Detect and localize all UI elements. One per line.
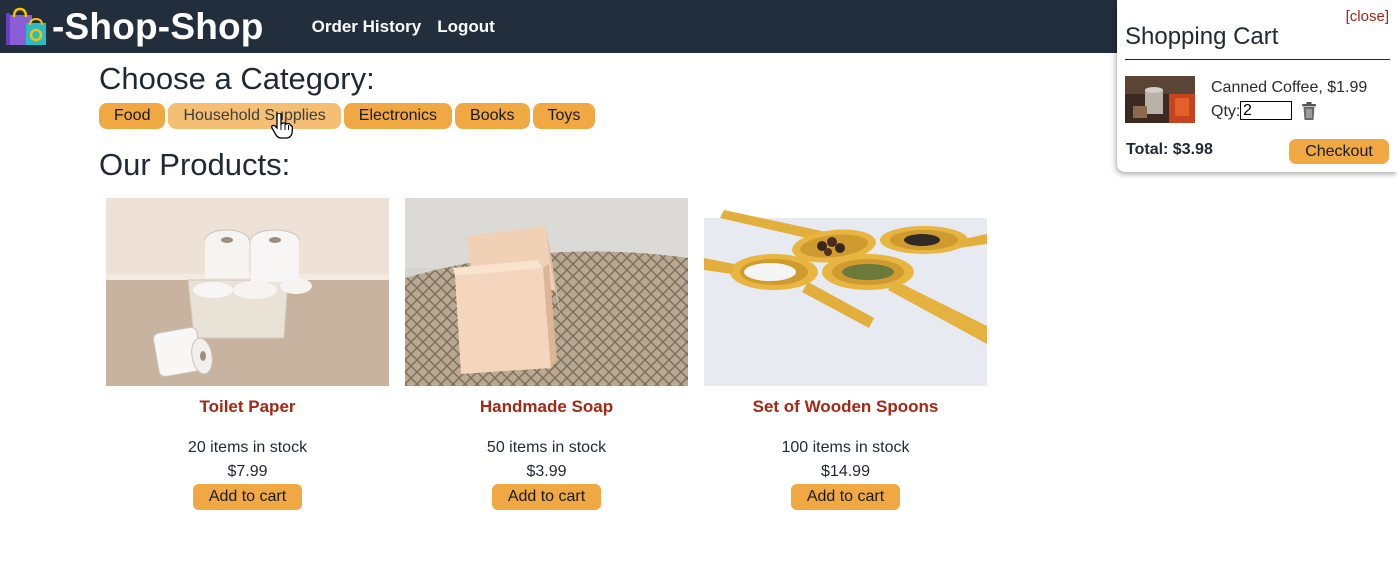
product-stock: 50 items in stock bbox=[486, 439, 607, 456]
product-title[interactable]: Handmade Soap bbox=[405, 397, 688, 417]
add-to-cart-button[interactable]: Add to cart bbox=[791, 484, 900, 510]
nav-order-history[interactable]: Order History bbox=[312, 17, 422, 37]
main-nav: Order History Logout bbox=[312, 17, 495, 37]
products-heading: Our Products: bbox=[99, 147, 291, 182]
nav-logout[interactable]: Logout bbox=[437, 17, 495, 37]
brand-name: -Shop-Shop bbox=[52, 5, 264, 47]
qty-label: Qty: bbox=[1211, 103, 1241, 120]
checkout-button[interactable]: Checkout bbox=[1289, 139, 1389, 164]
category-list: Food Household Supplies Electronics Book… bbox=[99, 103, 596, 129]
cart-total: Total: $3.98 bbox=[1126, 141, 1213, 158]
cart-close-link[interactable]: [close] bbox=[1346, 8, 1389, 25]
cart-divider bbox=[1125, 59, 1390, 60]
cart-item-label: Canned Coffee, $1.99 bbox=[1211, 79, 1368, 96]
product-price: $7.99 bbox=[227, 463, 268, 480]
product-title[interactable]: Toilet Paper bbox=[106, 397, 389, 417]
shopping-cart-panel: [close] Shopping Cart Canned Coffee, $1.… bbox=[1117, 0, 1397, 172]
category-food[interactable]: Food bbox=[99, 103, 166, 129]
product-image-toilet-paper[interactable] bbox=[106, 198, 389, 386]
category-books[interactable]: Books bbox=[455, 103, 530, 129]
product-price: $14.99 bbox=[821, 463, 870, 480]
product-stock: 100 items in stock bbox=[781, 439, 910, 456]
product-image-handmade-soap[interactable] bbox=[405, 198, 688, 386]
shopping-bag-icon bbox=[6, 7, 46, 45]
trash-icon[interactable] bbox=[1300, 101, 1318, 121]
category-electronics[interactable]: Electronics bbox=[343, 103, 453, 129]
category-household-supplies[interactable]: Household Supplies bbox=[168, 103, 341, 129]
add-to-cart-button[interactable]: Add to cart bbox=[492, 484, 601, 510]
product-stock: 20 items in stock bbox=[187, 439, 308, 456]
product-price: $3.99 bbox=[526, 463, 567, 480]
category-heading: Choose a Category: bbox=[99, 61, 375, 96]
qty-input[interactable] bbox=[1240, 101, 1292, 120]
add-to-cart-button[interactable]: Add to cart bbox=[193, 484, 302, 510]
product-image-wooden-spoons[interactable] bbox=[704, 198, 987, 386]
cart-item-image bbox=[1125, 76, 1195, 123]
category-toys[interactable]: Toys bbox=[532, 103, 596, 129]
product-card: Set of Wooden Spoons 100 items in stock … bbox=[704, 198, 987, 510]
hand-cursor-icon bbox=[271, 113, 293, 139]
product-card: Toilet Paper 20 items in stock $7.99 Add… bbox=[106, 198, 389, 510]
brand-logo[interactable]: -Shop-Shop bbox=[6, 6, 264, 48]
cart-title: Shopping Cart bbox=[1125, 23, 1279, 50]
product-card: Handmade Soap 50 items in stock $3.99 Ad… bbox=[405, 198, 688, 510]
product-title[interactable]: Set of Wooden Spoons bbox=[704, 397, 987, 417]
